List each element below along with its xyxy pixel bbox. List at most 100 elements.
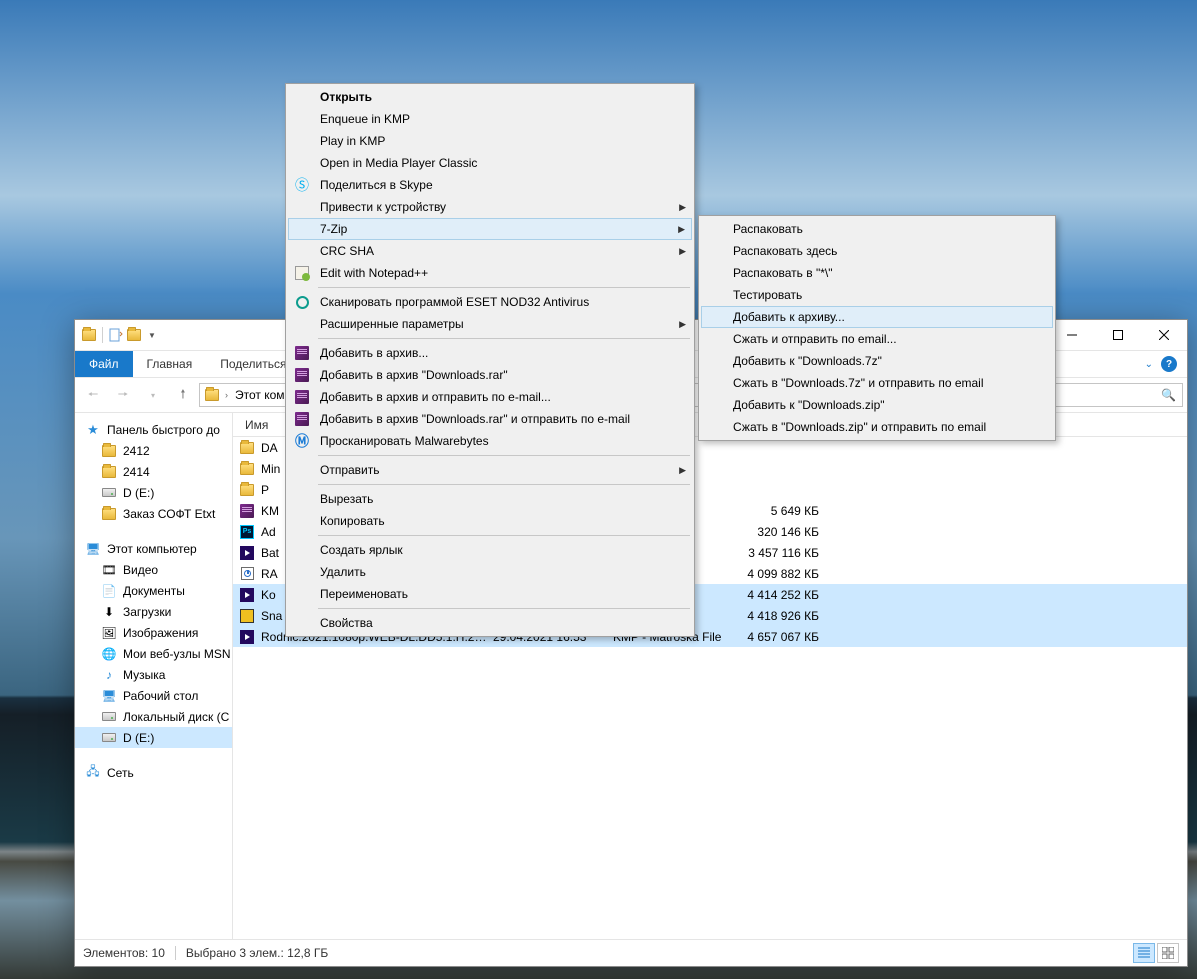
sidebar-item-order[interactable]: Заказ СОФТ Etxt (75, 503, 232, 524)
menu-item[interactable]: Удалить (288, 561, 692, 583)
details-view-button[interactable] (1133, 943, 1155, 963)
menu-item-label: Переименовать (320, 587, 408, 601)
menu-item[interactable]: Свойства (288, 612, 692, 634)
back-button[interactable]: 🠔 (79, 383, 107, 407)
sidebar-item-desktop[interactable]: 🖥Рабочий стол (75, 685, 232, 706)
help-icon[interactable]: ? (1161, 356, 1177, 372)
menu-separator (318, 287, 690, 288)
menu-separator (318, 535, 690, 536)
context-menu: ОткрытьEnqueue in KMPPlay in KMPOpen in … (285, 83, 695, 637)
menu-item-label: Копировать (320, 514, 385, 528)
menu-item[interactable]: Тестировать (701, 284, 1053, 306)
menu-item-label: Добавить в архив "Downloads.rar" и отпра… (320, 412, 630, 426)
sidebar-item-videos[interactable]: 🎞Видео (75, 559, 232, 580)
submenu-arrow-icon: ▶ (679, 246, 686, 257)
menu-item[interactable]: Добавить в архив "Downloads.rar" (288, 364, 692, 386)
folder-icon (204, 387, 220, 403)
skype-icon: Ⓢ (294, 177, 310, 193)
file-size: 4 657 067 КБ (733, 630, 819, 644)
thumbnails-view-button[interactable] (1157, 943, 1179, 963)
ribbon-collapse-icon[interactable]: ⌄ (1145, 359, 1153, 370)
menu-item[interactable]: Добавить к архиву... (701, 306, 1053, 328)
menu-item-label: Добавить к "Downloads.7z" (733, 354, 882, 368)
sidebar-network[interactable]: 🖧Сеть (75, 762, 232, 783)
menu-item[interactable]: Добавить в архив и отправить по e-mail..… (288, 386, 692, 408)
file-size: 4 414 252 КБ (733, 588, 819, 602)
menu-item[interactable]: Enqueue in KMP (288, 108, 692, 130)
menu-item[interactable]: ⓂПросканировать Malwarebytes (288, 430, 692, 452)
sidebar-item-pictures[interactable]: 🖼Изображения (75, 622, 232, 643)
up-button[interactable]: 🠕 (169, 383, 197, 407)
status-bar: Элементов: 10 Выбрано 3 элем.: 12,8 ГБ (75, 939, 1187, 966)
status-selection: Выбрано 3 элем.: 12,8 ГБ (186, 946, 328, 960)
menu-item-label: Добавить в архив "Downloads.rar" (320, 368, 508, 382)
menu-item-label: Добавить в архив... (320, 346, 428, 360)
music-icon: ♪ (101, 667, 117, 683)
close-button[interactable] (1141, 320, 1187, 350)
tab-home[interactable]: Главная (133, 351, 207, 377)
new-folder-icon[interactable] (126, 327, 142, 343)
search-icon[interactable]: 🔍 (1161, 388, 1176, 402)
menu-item[interactable]: Отправить▶ (288, 459, 692, 481)
sidebar-item-music[interactable]: ♪Музыка (75, 664, 232, 685)
menu-item-label: Добавить в архив и отправить по e-mail..… (320, 390, 551, 404)
menu-item[interactable]: Открыть (288, 86, 692, 108)
menu-item[interactable]: 7-Zip▶ (288, 218, 692, 240)
menu-item[interactable]: Добавить в архив "Downloads.rar" и отпра… (288, 408, 692, 430)
menu-item[interactable]: Play in KMP (288, 130, 692, 152)
menu-item[interactable]: Распаковать (701, 218, 1053, 240)
sidebar-item-d-e[interactable]: D (E:) (75, 482, 232, 503)
recent-dropdown[interactable]: ▾ (139, 383, 167, 407)
sidebar-item-documents[interactable]: 📄Документы (75, 580, 232, 601)
menu-item[interactable]: Распаковать в "*\" (701, 262, 1053, 284)
menu-item[interactable]: Вырезать (288, 488, 692, 510)
separator (102, 327, 103, 343)
forward-button[interactable]: 🠖 (109, 383, 137, 407)
menu-item[interactable]: Переименовать (288, 583, 692, 605)
menu-item[interactable]: Копировать (288, 510, 692, 532)
menu-item[interactable]: Добавить к "Downloads.7z" (701, 350, 1053, 372)
sidebar-item-downloads[interactable]: ⬇Загрузки (75, 601, 232, 622)
this-pc-section: 🖥Этот компьютер 🎞Видео 📄Документы ⬇Загру… (75, 538, 232, 748)
menu-item[interactable]: Распаковать здесь (701, 240, 1053, 262)
menu-item[interactable]: Создать ярлык (288, 539, 692, 561)
npp-icon (294, 265, 310, 281)
sidebar-item-d-drive[interactable]: D (E:) (75, 727, 232, 748)
sidebar-quick-access[interactable]: ★Панель быстрого до (75, 419, 232, 440)
qat-dropdown-icon[interactable]: ▼ (144, 331, 160, 340)
menu-item[interactable]: Сжать в "Downloads.7z" и отправить по em… (701, 372, 1053, 394)
tab-file[interactable]: Файл (75, 351, 133, 377)
properties-icon[interactable] (108, 327, 124, 343)
menu-item-label: Вырезать (320, 492, 373, 506)
sidebar-item-c-drive[interactable]: Локальный диск (C (75, 706, 232, 727)
menu-item[interactable]: Добавить к "Downloads.zip" (701, 394, 1053, 416)
menu-item[interactable]: Добавить в архив... (288, 342, 692, 364)
star-icon: ★ (85, 422, 101, 438)
sidebar-item-msn[interactable]: 🌐Мои веб-узлы MSN (75, 643, 232, 664)
menu-item[interactable]: Сканировать программой ESET NOD32 Antivi… (288, 291, 692, 313)
menu-item[interactable]: Edit with Notepad++ (288, 262, 692, 284)
menu-item[interactable]: Open in Media Player Classic (288, 152, 692, 174)
menu-item-label: Сжать в "Downloads.zip" и отправить по e… (733, 420, 986, 434)
document-icon: 📄 (101, 583, 117, 599)
maximize-button[interactable] (1095, 320, 1141, 350)
file-size: 4 099 882 КБ (733, 567, 819, 581)
menu-item[interactable]: CRC SHA▶ (288, 240, 692, 262)
menu-item[interactable]: Привести к устройству▶ (288, 196, 692, 218)
mkv-icon (239, 629, 255, 645)
file-size: 320 146 КБ (733, 525, 819, 539)
menu-item-label: Добавить к "Downloads.zip" (733, 398, 885, 412)
network-section: 🖧Сеть (75, 762, 232, 783)
sidebar-item-2412[interactable]: 2412 (75, 440, 232, 461)
menu-item-label: Сканировать программой ESET NOD32 Antivi… (320, 295, 589, 309)
sidebar-item-2414[interactable]: 2414 (75, 461, 232, 482)
menu-item[interactable]: Сжать и отправить по email... (701, 328, 1053, 350)
window-controls (1049, 320, 1187, 350)
menu-item[interactable]: Расширенные параметры▶ (288, 313, 692, 335)
menu-item-label: Отправить (320, 463, 380, 477)
menu-item[interactable]: ⓈПоделиться в Skype (288, 174, 692, 196)
drive-icon (101, 709, 117, 725)
menu-item-label: Свойства (320, 616, 373, 630)
menu-item[interactable]: Сжать в "Downloads.zip" и отправить по e… (701, 416, 1053, 438)
sidebar-this-pc[interactable]: 🖥Этот компьютер (75, 538, 232, 559)
